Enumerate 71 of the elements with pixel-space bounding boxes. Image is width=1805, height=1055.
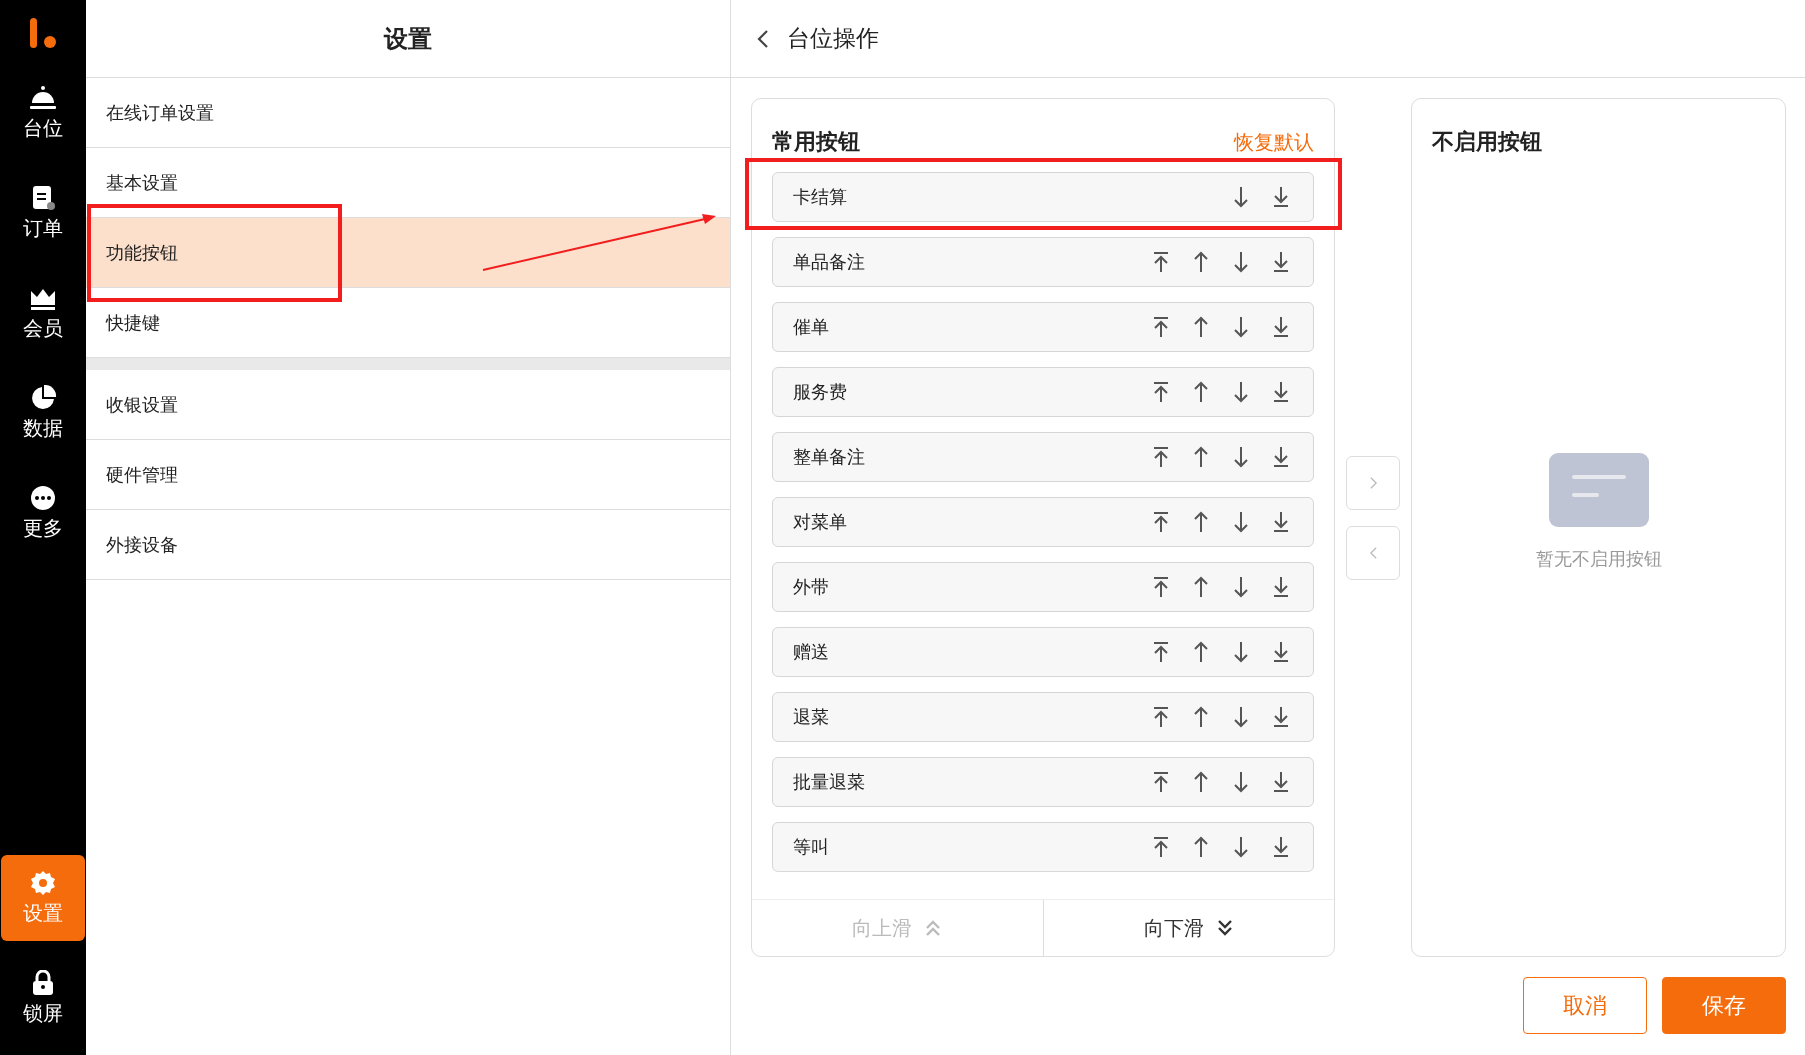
move-to-top-icon[interactable] bbox=[1151, 576, 1171, 598]
nav-item[interactable]: 更多 bbox=[1, 470, 85, 556]
empty-card-icon bbox=[1548, 452, 1649, 527]
chevron-right-icon bbox=[1368, 475, 1378, 490]
row-label: 赠送 bbox=[793, 641, 829, 664]
logo-icon bbox=[28, 16, 58, 50]
arrow-down-icon[interactable] bbox=[1231, 186, 1251, 208]
move-to-bottom-icon[interactable] bbox=[1271, 771, 1291, 793]
move-to-top-icon[interactable] bbox=[1151, 251, 1171, 273]
arrow-down-icon[interactable] bbox=[1231, 381, 1251, 403]
arrow-down-icon[interactable] bbox=[1231, 251, 1251, 273]
settings-item[interactable]: 外接设备 bbox=[86, 510, 730, 580]
move-to-top-icon[interactable] bbox=[1151, 381, 1171, 403]
arrow-down-icon[interactable] bbox=[1231, 706, 1251, 728]
row-label: 外带 bbox=[793, 576, 829, 599]
move-to-bottom-icon[interactable] bbox=[1271, 251, 1291, 273]
row-label: 整单备注 bbox=[793, 446, 865, 469]
move-to-top-icon[interactable] bbox=[1151, 446, 1171, 468]
move-to-bottom-icon[interactable] bbox=[1271, 316, 1291, 338]
nav-item[interactable]: 台位 bbox=[1, 70, 85, 156]
arrow-down-icon[interactable] bbox=[1231, 771, 1251, 793]
settings-item[interactable]: 快捷键 bbox=[86, 288, 730, 358]
row-label: 退菜 bbox=[793, 706, 829, 729]
arrow-down-icon[interactable] bbox=[1231, 316, 1251, 338]
move-to-bottom-icon[interactable] bbox=[1271, 641, 1291, 663]
back-icon[interactable] bbox=[757, 28, 769, 49]
pie-chart-icon bbox=[29, 384, 57, 411]
move-to-top-icon[interactable] bbox=[1151, 836, 1171, 858]
move-to-top-icon[interactable] bbox=[1151, 771, 1171, 793]
move-to-bottom-icon[interactable] bbox=[1271, 186, 1291, 208]
gear-icon bbox=[29, 869, 57, 896]
settings-item[interactable]: 在线订单设置 bbox=[86, 78, 730, 148]
card-title: 不启用按钮 bbox=[1432, 128, 1542, 156]
empty-message: 暂无不启用按钮 bbox=[1535, 547, 1662, 571]
card-title: 常用按钮 bbox=[772, 128, 860, 156]
nav-item[interactable]: 锁屏 bbox=[1, 955, 85, 1041]
settings-item[interactable]: 收银设置 bbox=[86, 370, 730, 440]
arrow-down-icon[interactable] bbox=[1231, 511, 1251, 533]
panel-title: 设置 bbox=[384, 23, 432, 54]
settings-item[interactable]: 功能按钮 bbox=[86, 218, 730, 288]
nav-item[interactable]: 订单 bbox=[1, 170, 85, 256]
chevron-left-icon bbox=[1368, 545, 1378, 560]
move-to-top-icon[interactable] bbox=[1151, 511, 1171, 533]
move-to-bottom-icon[interactable] bbox=[1271, 706, 1291, 728]
nav-item[interactable]: 会员 bbox=[1, 270, 85, 356]
arrow-down-icon[interactable] bbox=[1231, 576, 1251, 598]
row-label: 批量退菜 bbox=[793, 771, 865, 794]
row-label: 单品备注 bbox=[793, 251, 865, 274]
bell-icon bbox=[29, 84, 57, 111]
arrow-down-icon[interactable] bbox=[1231, 836, 1251, 858]
move-to-bottom-icon[interactable] bbox=[1271, 576, 1291, 598]
move-to-top-icon[interactable] bbox=[1151, 316, 1171, 338]
settings-item[interactable]: 硬件管理 bbox=[86, 440, 730, 510]
page-title: 台位操作 bbox=[787, 24, 879, 53]
row-label: 卡结算 bbox=[793, 186, 847, 209]
move-to-bottom-icon[interactable] bbox=[1271, 511, 1291, 533]
scroll-down-button[interactable]: 向下滑 bbox=[1042, 900, 1334, 956]
double-chevron-down-icon bbox=[1215, 919, 1234, 937]
arrow-down-icon[interactable] bbox=[1231, 446, 1251, 468]
row-label: 催单 bbox=[793, 316, 829, 339]
move-to-bottom-icon[interactable] bbox=[1271, 381, 1291, 403]
move-to-top-icon[interactable] bbox=[1151, 641, 1171, 663]
move-to-bottom-icon[interactable] bbox=[1271, 836, 1291, 858]
nav-item[interactable]: 数据 bbox=[1, 370, 85, 456]
more-icon bbox=[29, 484, 57, 511]
arrow-down-icon[interactable] bbox=[1231, 641, 1251, 663]
move-to-bottom-icon[interactable] bbox=[1271, 446, 1291, 468]
row-label: 服务费 bbox=[793, 381, 847, 404]
row-label: 对菜单 bbox=[793, 511, 847, 534]
row-label: 等叫 bbox=[793, 836, 829, 859]
move-to-top-icon[interactable] bbox=[1151, 706, 1171, 728]
